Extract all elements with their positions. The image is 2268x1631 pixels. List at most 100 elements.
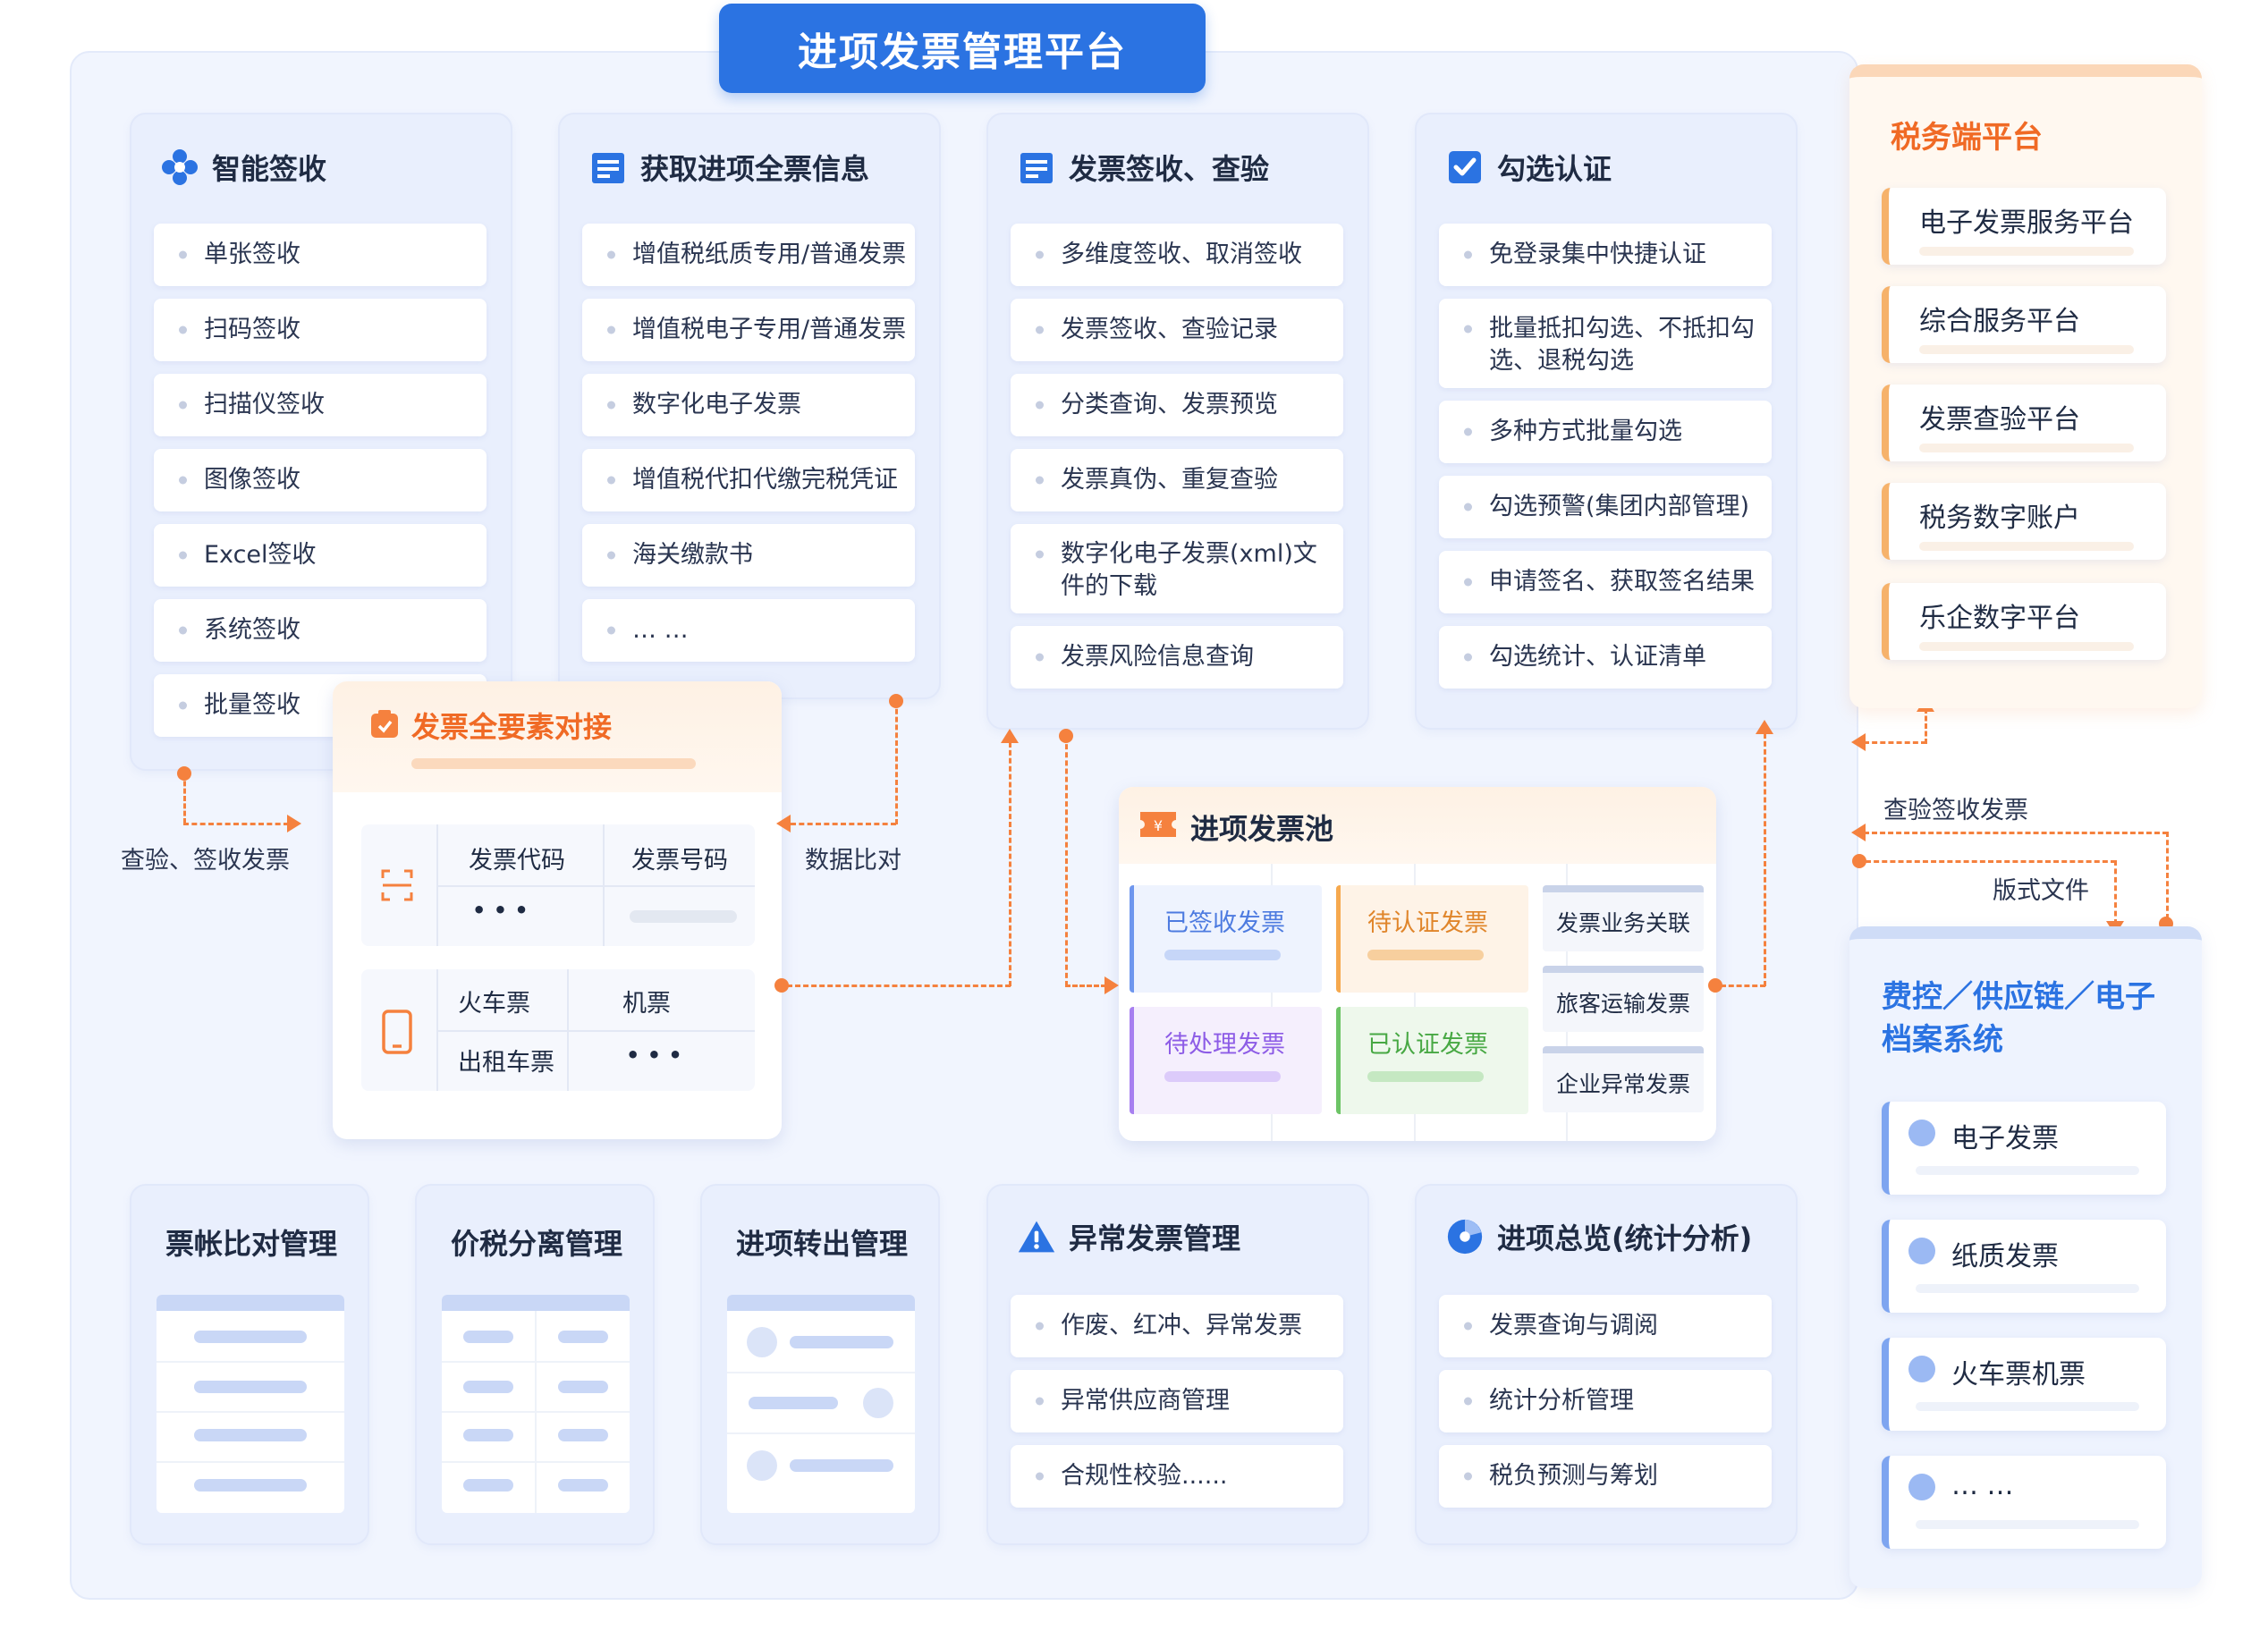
tax-platform-panel: 税务端平台 电子发票服务平台 综合服务平台 发票查验平台 税务数字账户 乐企数字… (1849, 64, 2202, 708)
tax-platform-item[interactable]: 税务数字账户 (1882, 483, 2166, 560)
arrow-up-icon (1001, 729, 1019, 743)
split-card[interactable]: 价税分离管理 (415, 1184, 655, 1545)
database-icon (1908, 1474, 1935, 1500)
connector-line (183, 773, 186, 824)
list-item[interactable]: 合规性校验...... (1011, 1445, 1343, 1508)
erp-system-panel: 费控／供应链／电子档案系统 电子发票 纸质发票 火车票机票 … … (1849, 926, 2202, 1588)
list-item[interactable]: 增值税代扣代缴完税凭证 (582, 449, 915, 511)
list-item[interactable]: 异常供应商管理 (1011, 1370, 1343, 1432)
list-item[interactable]: 扫码签收 (154, 299, 487, 361)
overview-title: 进项总览(统计分析) (1497, 1221, 1753, 1255)
check-receive-right-label: 查验签收发票 (1883, 797, 2028, 824)
list-item[interactable]: 勾选预警(集团内部管理) (1439, 476, 1772, 538)
erp-item[interactable]: 电子发票 (1882, 1102, 2166, 1195)
receive-check-title: 发票签收、查验 (1069, 152, 1270, 186)
tag-passenger[interactable]: 旅客运输发票 (1543, 966, 1704, 1032)
connector-line (1925, 708, 1927, 744)
receive-check-card: 发票签收、查验 多维度签收、取消签收 发票签收、查验记录 分类查询、发票预览 发… (986, 113, 1369, 730)
erp-item[interactable]: 纸质发票 (1882, 1220, 2166, 1313)
header-underline (411, 758, 696, 769)
list-item[interactable]: 系统签收 (154, 599, 487, 662)
connector-line (1009, 742, 1011, 986)
list-item[interactable]: 增值税电子专用/普通发票 (582, 299, 915, 361)
list-item[interactable]: 税负预测与筹划 (1439, 1445, 1772, 1508)
connector-line (895, 701, 898, 824)
ticket-icon: ¥ (1138, 808, 1178, 841)
database-icon (1908, 1120, 1935, 1146)
list-item[interactable]: 海关缴款书 (582, 524, 915, 587)
tax-platform-item[interactable]: 乐企数字平台 (1882, 583, 2166, 660)
list-item[interactable]: 增值税纸质专用/普通发票 (582, 224, 915, 286)
ticket-field-group: 火车票 机票 出租车票 • • • (361, 969, 755, 1091)
tax-platform-item[interactable]: 发票查验平台 (1882, 385, 2166, 461)
tax-platform-item[interactable]: 综合服务平台 (1882, 286, 2166, 363)
certify-title: 勾选认证 (1497, 152, 1612, 186)
list-item[interactable]: Excel签收 (154, 524, 487, 587)
list-item[interactable]: 发票查询与调阅 (1439, 1295, 1772, 1357)
transfer-title: 进项转出管理 (735, 1227, 908, 1261)
ellipsis: • • • (472, 898, 529, 923)
tile-certified[interactable]: 已认证发票 (1336, 1007, 1528, 1114)
list-item[interactable]: 发票真伪、重复查验 (1011, 449, 1343, 511)
svg-text:¥: ¥ (1154, 817, 1163, 834)
list-item[interactable]: 扫描仪签收 (154, 374, 487, 436)
train-ticket: 火车票 (458, 990, 530, 1018)
invoice-pool-title: 进项发票池 (1190, 812, 1334, 846)
table-illustration (442, 1295, 630, 1513)
list-item[interactable]: 分类查询、发票预览 (1011, 374, 1343, 436)
list-item[interactable]: 数字化电子发票(xml)文件的下载 (1011, 524, 1343, 613)
warning-icon (1017, 1217, 1056, 1256)
overview-card: 进项总览(统计分析) 发票查询与调阅 统计分析管理 税负预测与筹划 (1415, 1184, 1798, 1545)
transfer-card[interactable]: 进项转出管理 (700, 1184, 940, 1545)
scan-icon (379, 867, 415, 903)
cluster-icon (160, 148, 199, 187)
placeholder-bar (630, 910, 737, 923)
tile-to-process[interactable]: 待处理发票 (1130, 1007, 1322, 1114)
database-icon (1908, 1238, 1935, 1264)
certify-card: 勾选认证 免登录集中快捷认证 批量抵扣勾选、不抵扣勾选、退税勾选 多种方式批量勾… (1415, 113, 1798, 730)
list-item[interactable]: 图像签收 (154, 449, 487, 511)
get-info-card: 获取进项全票信息 增值税纸质专用/普通发票 增值税电子专用/普通发票 数字化电子… (558, 113, 941, 699)
abnormal-card: 异常发票管理 作废、红冲、异常发票 异常供应商管理 合规性校验...... (986, 1184, 1369, 1545)
list-item[interactable]: 批量抵扣勾选、不抵扣勾选、退税勾选 (1439, 299, 1772, 388)
tile-to-certify[interactable]: 待认证发票 (1336, 885, 1528, 993)
tax-platform-item[interactable]: 电子发票服务平台 (1882, 188, 2166, 265)
list-item[interactable]: 多维度签收、取消签收 (1011, 224, 1343, 286)
list-item[interactable]: 单张签收 (154, 224, 487, 286)
list-item[interactable]: 多种方式批量勾选 (1439, 401, 1772, 463)
overview-header: 进项总览(统计分析) (1445, 1216, 1752, 1257)
database-icon (1908, 1356, 1935, 1382)
ledger-card[interactable]: 票帐比对管理 (130, 1184, 369, 1545)
list-item[interactable]: 申请签名、获取签名结果 (1439, 551, 1772, 613)
pie-chart-icon (1445, 1217, 1485, 1256)
connector-line (1864, 832, 2168, 834)
tax-platform-title: 税务端平台 (1891, 120, 2043, 156)
arrow-left-icon (776, 815, 791, 832)
list-item[interactable]: 勾选统计、认证清单 (1439, 626, 1772, 689)
list-item[interactable]: 发票风险信息查询 (1011, 626, 1343, 689)
receive-check-header: 发票签收、查验 (1017, 147, 1269, 188)
connector-line (1065, 736, 1068, 986)
invoice-field-group: 发票代码 发票号码 • • • (361, 824, 755, 946)
erp-item[interactable]: 火车票机票 (1882, 1338, 2166, 1431)
erp-item[interactable]: … … (1882, 1456, 2166, 1549)
tag-biz-link[interactable]: 发票业务关联 (1543, 885, 1704, 951)
connector-line (1721, 985, 1765, 987)
elements-panel-title: 发票全要素对接 (411, 710, 613, 744)
connector-line (1864, 741, 1926, 744)
list-item[interactable]: 统计分析管理 (1439, 1370, 1772, 1432)
tile-signed[interactable]: 已签收发票 (1130, 885, 1322, 993)
check-receive-label: 查验、签收发票 (121, 847, 290, 875)
list-item[interactable]: 作废、红冲、异常发票 (1011, 1295, 1343, 1357)
connector-line (2114, 860, 2117, 925)
list-item[interactable]: 免登录集中快捷认证 (1439, 224, 1772, 286)
elements-panel-header: 发票全要素对接 (333, 681, 782, 792)
get-info-title: 获取进项全票信息 (640, 152, 870, 186)
list-item[interactable]: 发票签收、查验记录 (1011, 299, 1343, 361)
list-item[interactable]: 数字化电子发票 (582, 374, 915, 436)
connector-line (787, 985, 1011, 987)
field-invoice-number: 发票号码 (631, 847, 728, 875)
list-item[interactable]: … … (582, 599, 915, 662)
document-icon (1017, 148, 1056, 187)
tag-abnormal[interactable]: 企业异常发票 (1543, 1046, 1704, 1112)
